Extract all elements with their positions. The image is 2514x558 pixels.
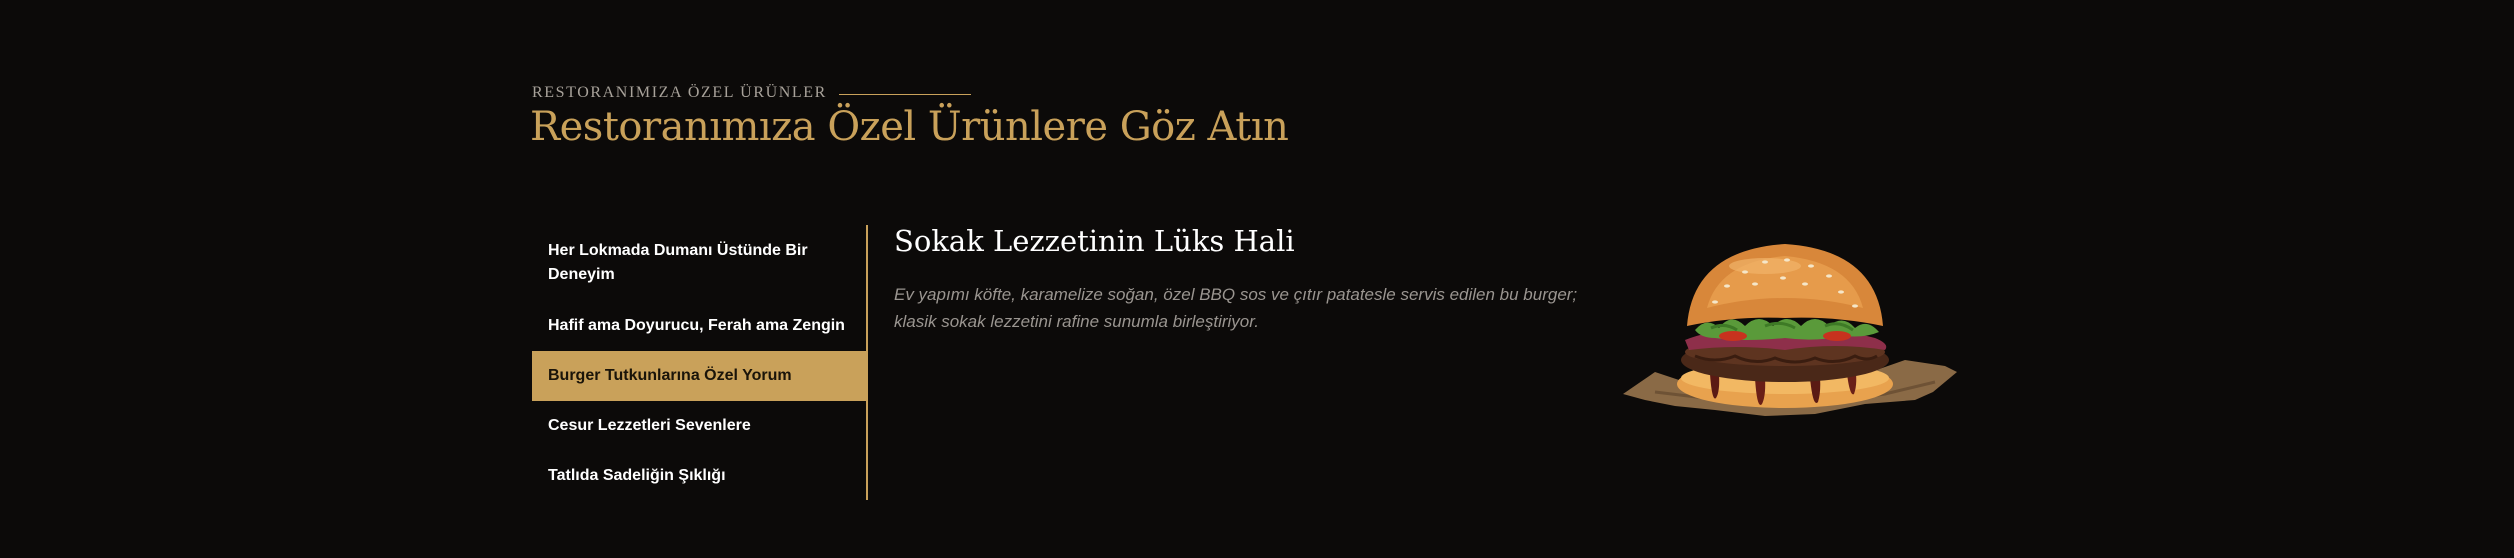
burger-image <box>1623 244 1957 416</box>
tab-list: Her Lokmada Dumanı Üstünde Bir Deneyim H… <box>532 225 868 500</box>
tab-dessert-simplicity[interactable]: Tatlıda Sadeliğin Şıklığı <box>532 451 866 501</box>
product-title: Sokak Lezzetinin Lüks Hali <box>894 224 1295 258</box>
kicker-divider <box>838 93 971 95</box>
tab-label: Tatlıda Sadeliğin Şıklığı <box>548 467 726 484</box>
tab-bold-flavors[interactable]: Cesur Lezzetleri Sevenlere <box>532 401 866 451</box>
tab-label: Burger Tutkunlarına Özel Yorum <box>548 367 792 384</box>
tab-label: Her Lokmada Dumanı Üstünde Bir Deneyim <box>548 242 808 283</box>
tab-burger-lovers[interactable]: Burger Tutkunlarına Özel Yorum <box>532 351 866 401</box>
tab-label: Cesur Lezzetleri Sevenlere <box>548 417 751 434</box>
tab-light-filling[interactable]: Hafif ama Doyurucu, Ferah ama Zengin <box>532 301 866 351</box>
section-title: Restoranımıza Özel Ürünlere Göz Atın <box>530 104 1289 150</box>
kicker-row: RESTORANIMIZA ÖZEL ÜRÜNLER <box>532 84 971 102</box>
tab-label: Hafif ama Doyurucu, Ferah ama Zengin <box>548 317 845 334</box>
section-kicker: RESTORANIMIZA ÖZEL ÜRÜNLER <box>532 84 827 101</box>
product-description: Ev yapımı köfte, karamelize soğan, özel … <box>894 285 1578 331</box>
tab-smoked-experience[interactable]: Her Lokmada Dumanı Üstünde Bir Deneyim <box>532 225 866 301</box>
